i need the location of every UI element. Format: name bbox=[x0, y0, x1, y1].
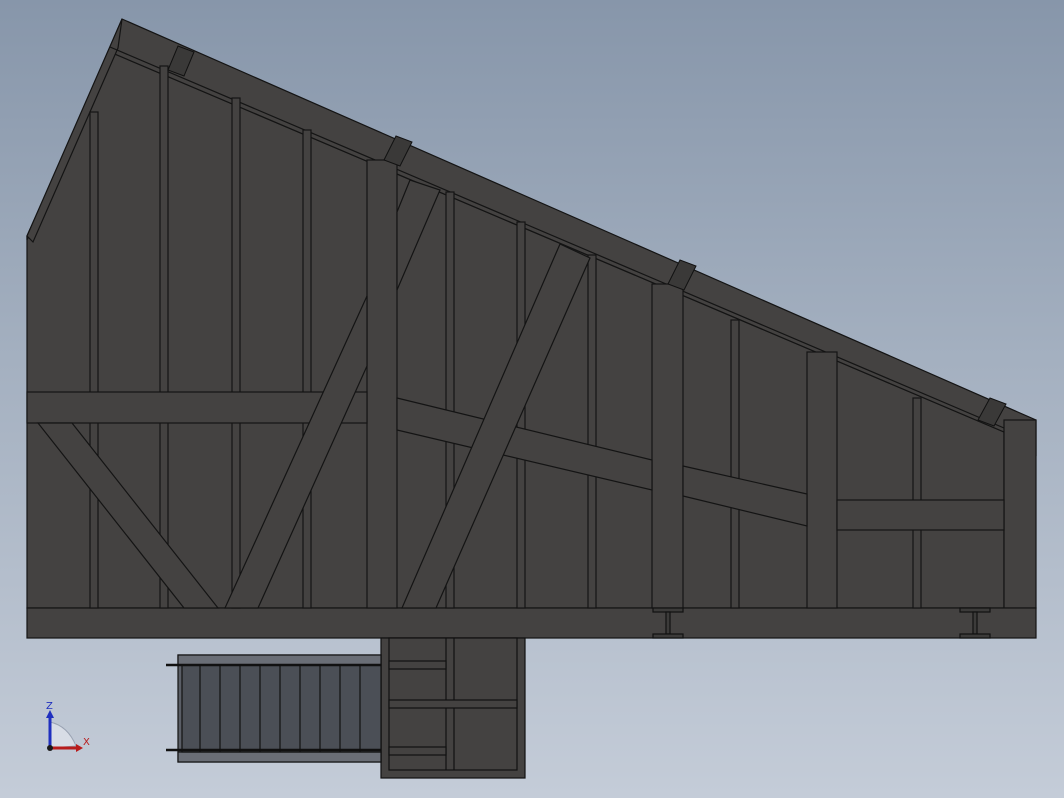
ladder-frame[interactable] bbox=[380, 637, 526, 779]
triad-xz-plane bbox=[49, 721, 77, 749]
model-view[interactable]: Z X bbox=[0, 0, 1064, 798]
stud bbox=[587, 254, 597, 609]
grating-body bbox=[181, 664, 382, 753]
sill-beam bbox=[26, 607, 1037, 639]
post-main bbox=[366, 159, 398, 609]
stud bbox=[231, 97, 241, 609]
stair-grating[interactable] bbox=[166, 654, 382, 763]
post-main bbox=[651, 283, 684, 609]
ladder-rung bbox=[388, 699, 518, 709]
stud bbox=[730, 319, 740, 609]
post-main bbox=[806, 351, 838, 609]
end-post-right bbox=[1003, 419, 1037, 609]
stud bbox=[302, 129, 312, 609]
triad-x-arrow bbox=[76, 744, 83, 752]
ladder-rung bbox=[388, 746, 447, 756]
stud bbox=[159, 65, 169, 609]
ladder-rung bbox=[388, 660, 447, 670]
triad-x-label: X bbox=[83, 737, 90, 748]
stud bbox=[89, 111, 99, 609]
gable-wall[interactable] bbox=[26, 18, 1037, 639]
grating-top-rail bbox=[177, 654, 382, 666]
grating-bottom-rail bbox=[177, 751, 382, 763]
orientation-triad[interactable]: Z X bbox=[46, 701, 90, 752]
cad-viewport[interactable]: Z X bbox=[0, 0, 1064, 798]
triad-z-label: Z bbox=[46, 701, 53, 712]
triad-origin bbox=[47, 745, 53, 751]
horizontal-rail bbox=[836, 499, 1005, 531]
